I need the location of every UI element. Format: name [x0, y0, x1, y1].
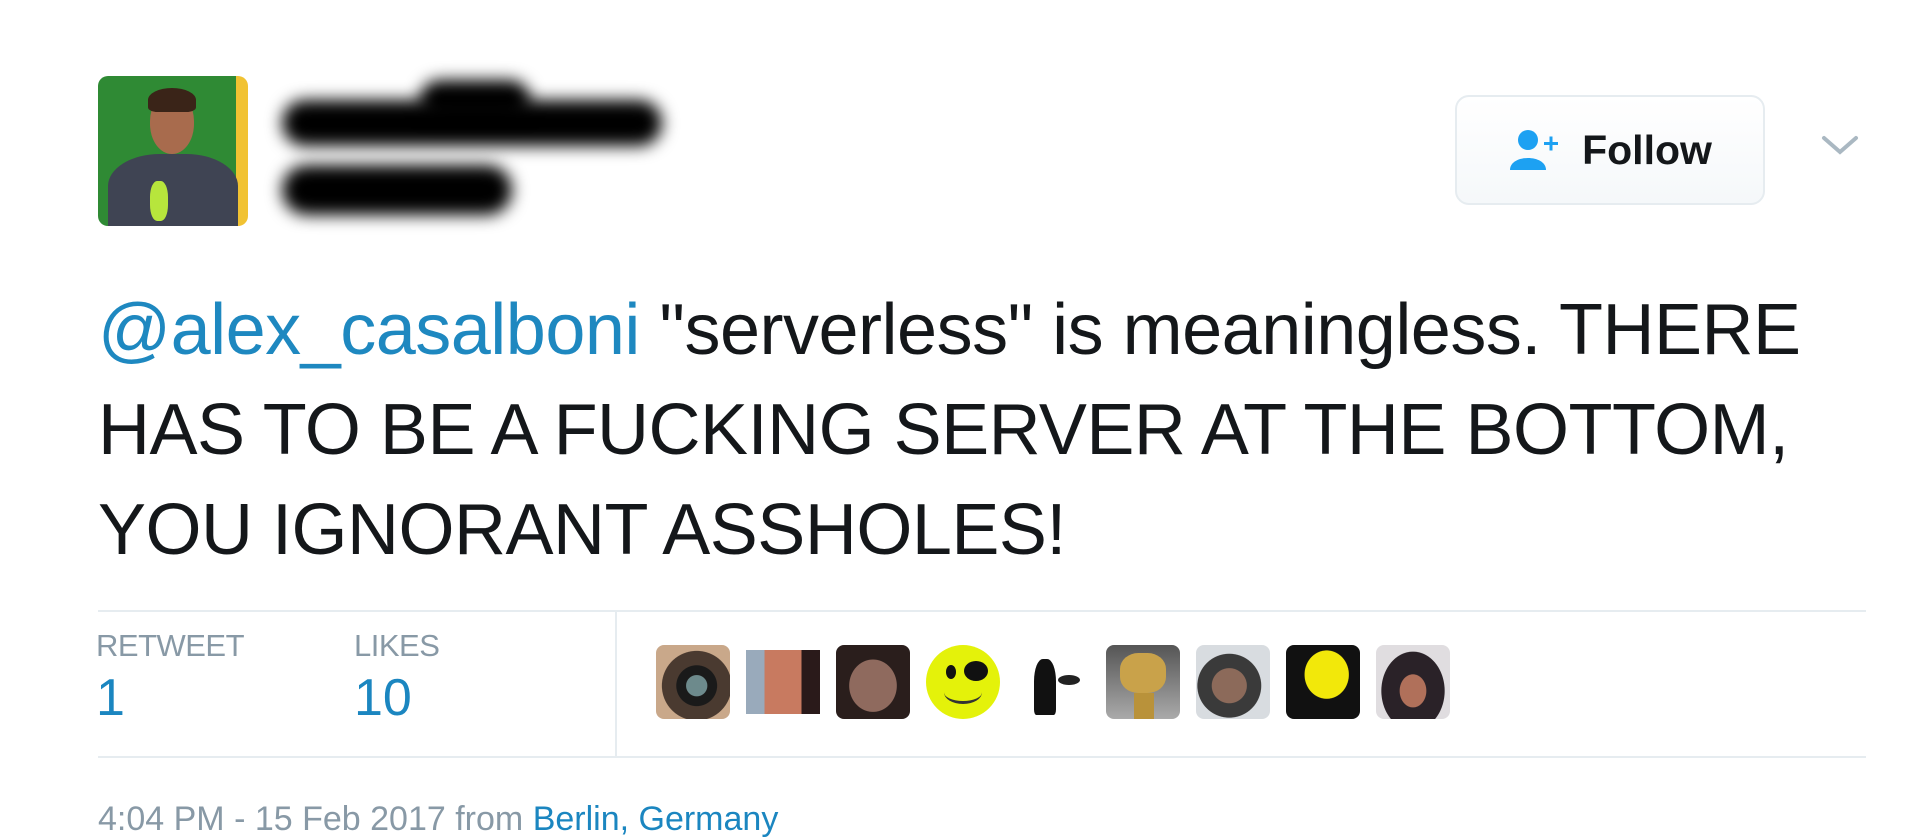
liker-silhouette-avatar[interactable] [1016, 645, 1090, 719]
tweet-meta: 4:04 PM - 15 Feb 2017 from Berlin, Germa… [98, 800, 778, 839]
eye-shape [946, 665, 956, 679]
follow-button-label: Follow [1582, 126, 1712, 173]
liker-face-avatar[interactable] [836, 645, 910, 719]
silhouette-object [1058, 675, 1080, 685]
redacted-handle [282, 165, 512, 215]
likes-stat[interactable]: LIKES 10 [354, 628, 440, 728]
eye-patch-shape [964, 661, 988, 681]
likes-label: LIKES [354, 628, 440, 663]
avatar-shirt-logo [150, 181, 168, 221]
statue-base [1134, 693, 1154, 719]
liker-yellow-portrait-avatar[interactable] [1286, 645, 1360, 719]
silhouette-shape [1034, 659, 1056, 715]
follow-button[interactable]: Follow [1455, 95, 1765, 205]
retweet-stat[interactable]: RETWEET 1 [96, 628, 245, 728]
liker-gold-statue-avatar[interactable] [1106, 645, 1180, 719]
author-avatar[interactable] [98, 76, 248, 226]
location-link[interactable]: Berlin, Germany [533, 800, 779, 838]
user-plus-icon [1510, 130, 1559, 170]
retweet-count: 1 [96, 669, 125, 727]
likes-count: 10 [354, 669, 412, 727]
tweet-text: @alex_casalboni "serverless" is meaningl… [98, 280, 1898, 580]
avatar-hair-shape [148, 88, 196, 112]
stats-bottom-divider [98, 756, 1866, 758]
meta-from: from [445, 800, 533, 838]
liker-eye-avatar[interactable] [656, 645, 730, 719]
statue-shape [1120, 653, 1166, 693]
liker-pirate-smiley-avatar[interactable] [926, 645, 1000, 719]
redacted-display-name-blot [420, 80, 530, 120]
stats-top-divider [98, 610, 1866, 612]
liker-photo-avatar[interactable] [746, 650, 820, 714]
retweet-label: RETWEET [96, 628, 245, 663]
chevron-down-icon[interactable] [1820, 130, 1860, 160]
liker-hat-avatar[interactable] [1376, 645, 1450, 719]
liker-selfie-avatar[interactable] [1196, 645, 1270, 719]
likers-avatar-list [656, 645, 1450, 719]
tweet-timestamp[interactable]: 4:04 PM - 15 Feb 2017 [98, 800, 446, 838]
stats-vertical-divider [615, 610, 617, 756]
mention-link[interactable]: @alex_casalboni [98, 290, 640, 370]
smile-shape [944, 681, 982, 704]
avatar-body-shape [108, 154, 238, 226]
